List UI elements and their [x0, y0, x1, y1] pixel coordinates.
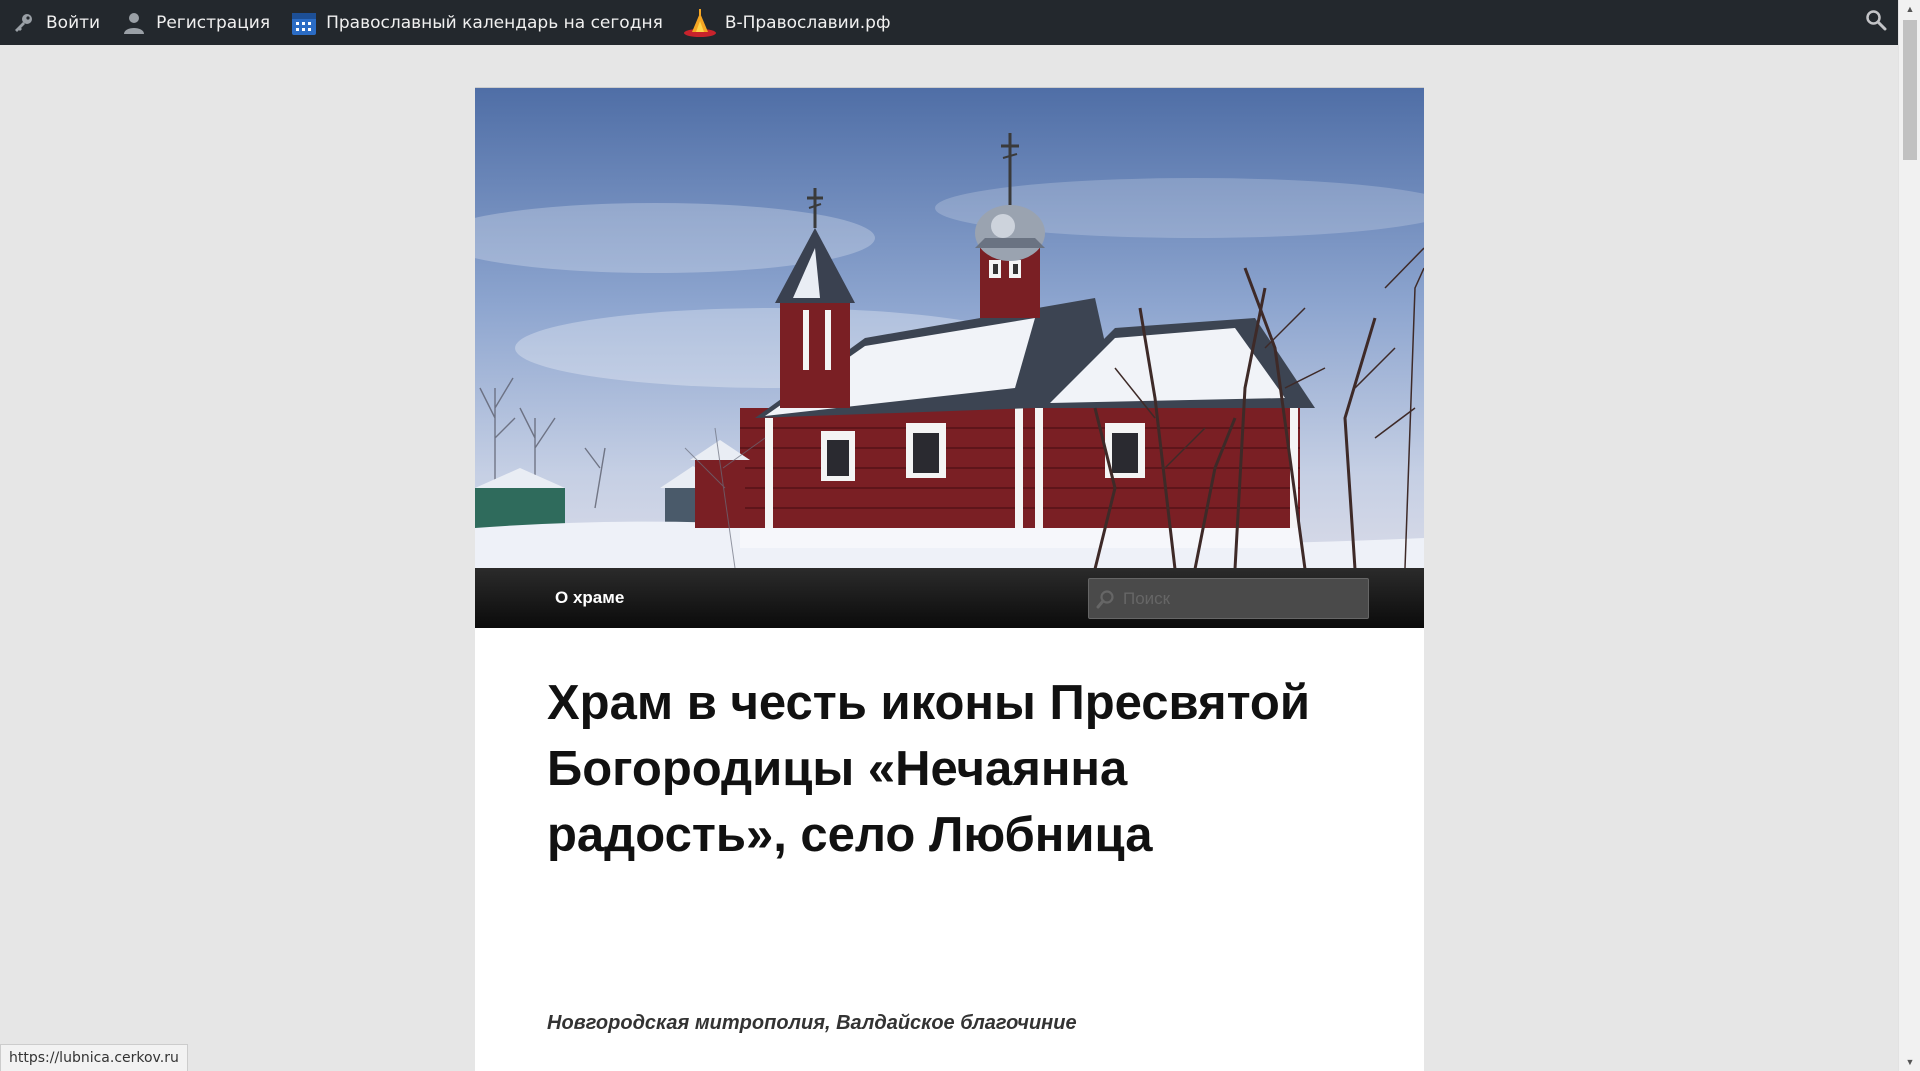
main-navigation: О храме [475, 568, 1424, 628]
vertical-scrollbar[interactable]: ▲ ▼ [1898, 0, 1920, 1071]
register-label: Регистрация [156, 12, 271, 33]
nav-search-box[interactable] [1088, 578, 1369, 619]
site-label: В-Православии.рф [724, 12, 891, 33]
page-title: Храм в честь иконы Пресвятой Богородицы … [547, 676, 1310, 862]
adminbar-search-button[interactable] [1862, 8, 1890, 36]
login-label: Войти [46, 12, 101, 33]
search-icon [1089, 578, 1123, 619]
search-icon [1865, 9, 1887, 36]
site-link[interactable]: В-Православии.рф [673, 0, 901, 45]
scroll-down-arrow-icon[interactable]: ▼ [1899, 1053, 1920, 1071]
calendar-icon [290, 9, 318, 37]
church-logo-icon [683, 8, 717, 37]
calendar-link[interactable]: Православный календарь на сегодня [280, 0, 673, 45]
header-image-church [475, 87, 1424, 568]
status-bar-url: https://lubnica.cerkov.ru [0, 1044, 188, 1071]
calendar-label: Православный календарь на сегодня [326, 12, 663, 33]
search-input[interactable] [1123, 588, 1353, 609]
diocese-subtitle: Новгородская митрополия, Валдайское благ… [547, 1012, 1077, 1034]
user-icon [120, 9, 148, 37]
page-container: О храме Храм в честь иконы Пресвятой Бог… [475, 87, 1424, 1071]
scroll-thumb[interactable] [1903, 20, 1917, 160]
key-icon [10, 9, 38, 37]
admin-bar: Войти Регистрация Православный календарь… [0, 0, 1898, 45]
login-link[interactable]: Войти [0, 0, 110, 45]
nav-item-about[interactable]: О храме [555, 568, 624, 628]
scroll-up-arrow-icon[interactable]: ▲ [1899, 0, 1920, 18]
register-link[interactable]: Регистрация [110, 0, 280, 45]
